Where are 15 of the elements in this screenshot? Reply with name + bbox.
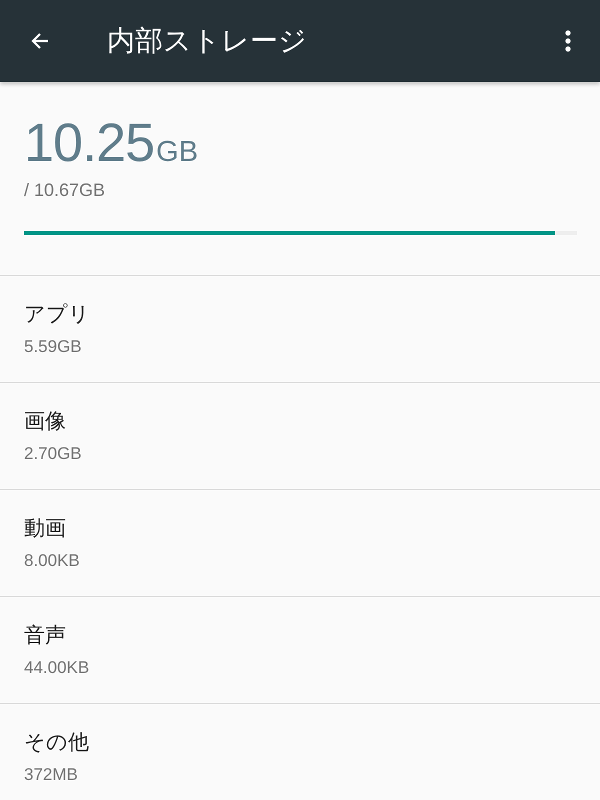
back-arrow-icon (31, 32, 49, 50)
category-name: 音声 (24, 623, 67, 649)
category-size: 372MB (24, 764, 79, 786)
category-size: 5.59GB (24, 336, 83, 358)
category-size: 8.00KB (24, 550, 81, 572)
category-size: 44.00KB (24, 657, 90, 679)
more-vertical-icon (565, 30, 571, 52)
screen-title: 内部ストレージ (107, 24, 308, 58)
used-storage-amount: 10.25GB (24, 113, 200, 173)
total-storage-text: / 10.67GB (24, 179, 106, 201)
category-size: 2.70GB (24, 443, 83, 465)
category-name: その他 (24, 730, 90, 756)
category-name: アプリ (24, 302, 91, 328)
category-name: 動画 (24, 516, 67, 542)
category-name: 画像 (24, 409, 67, 435)
